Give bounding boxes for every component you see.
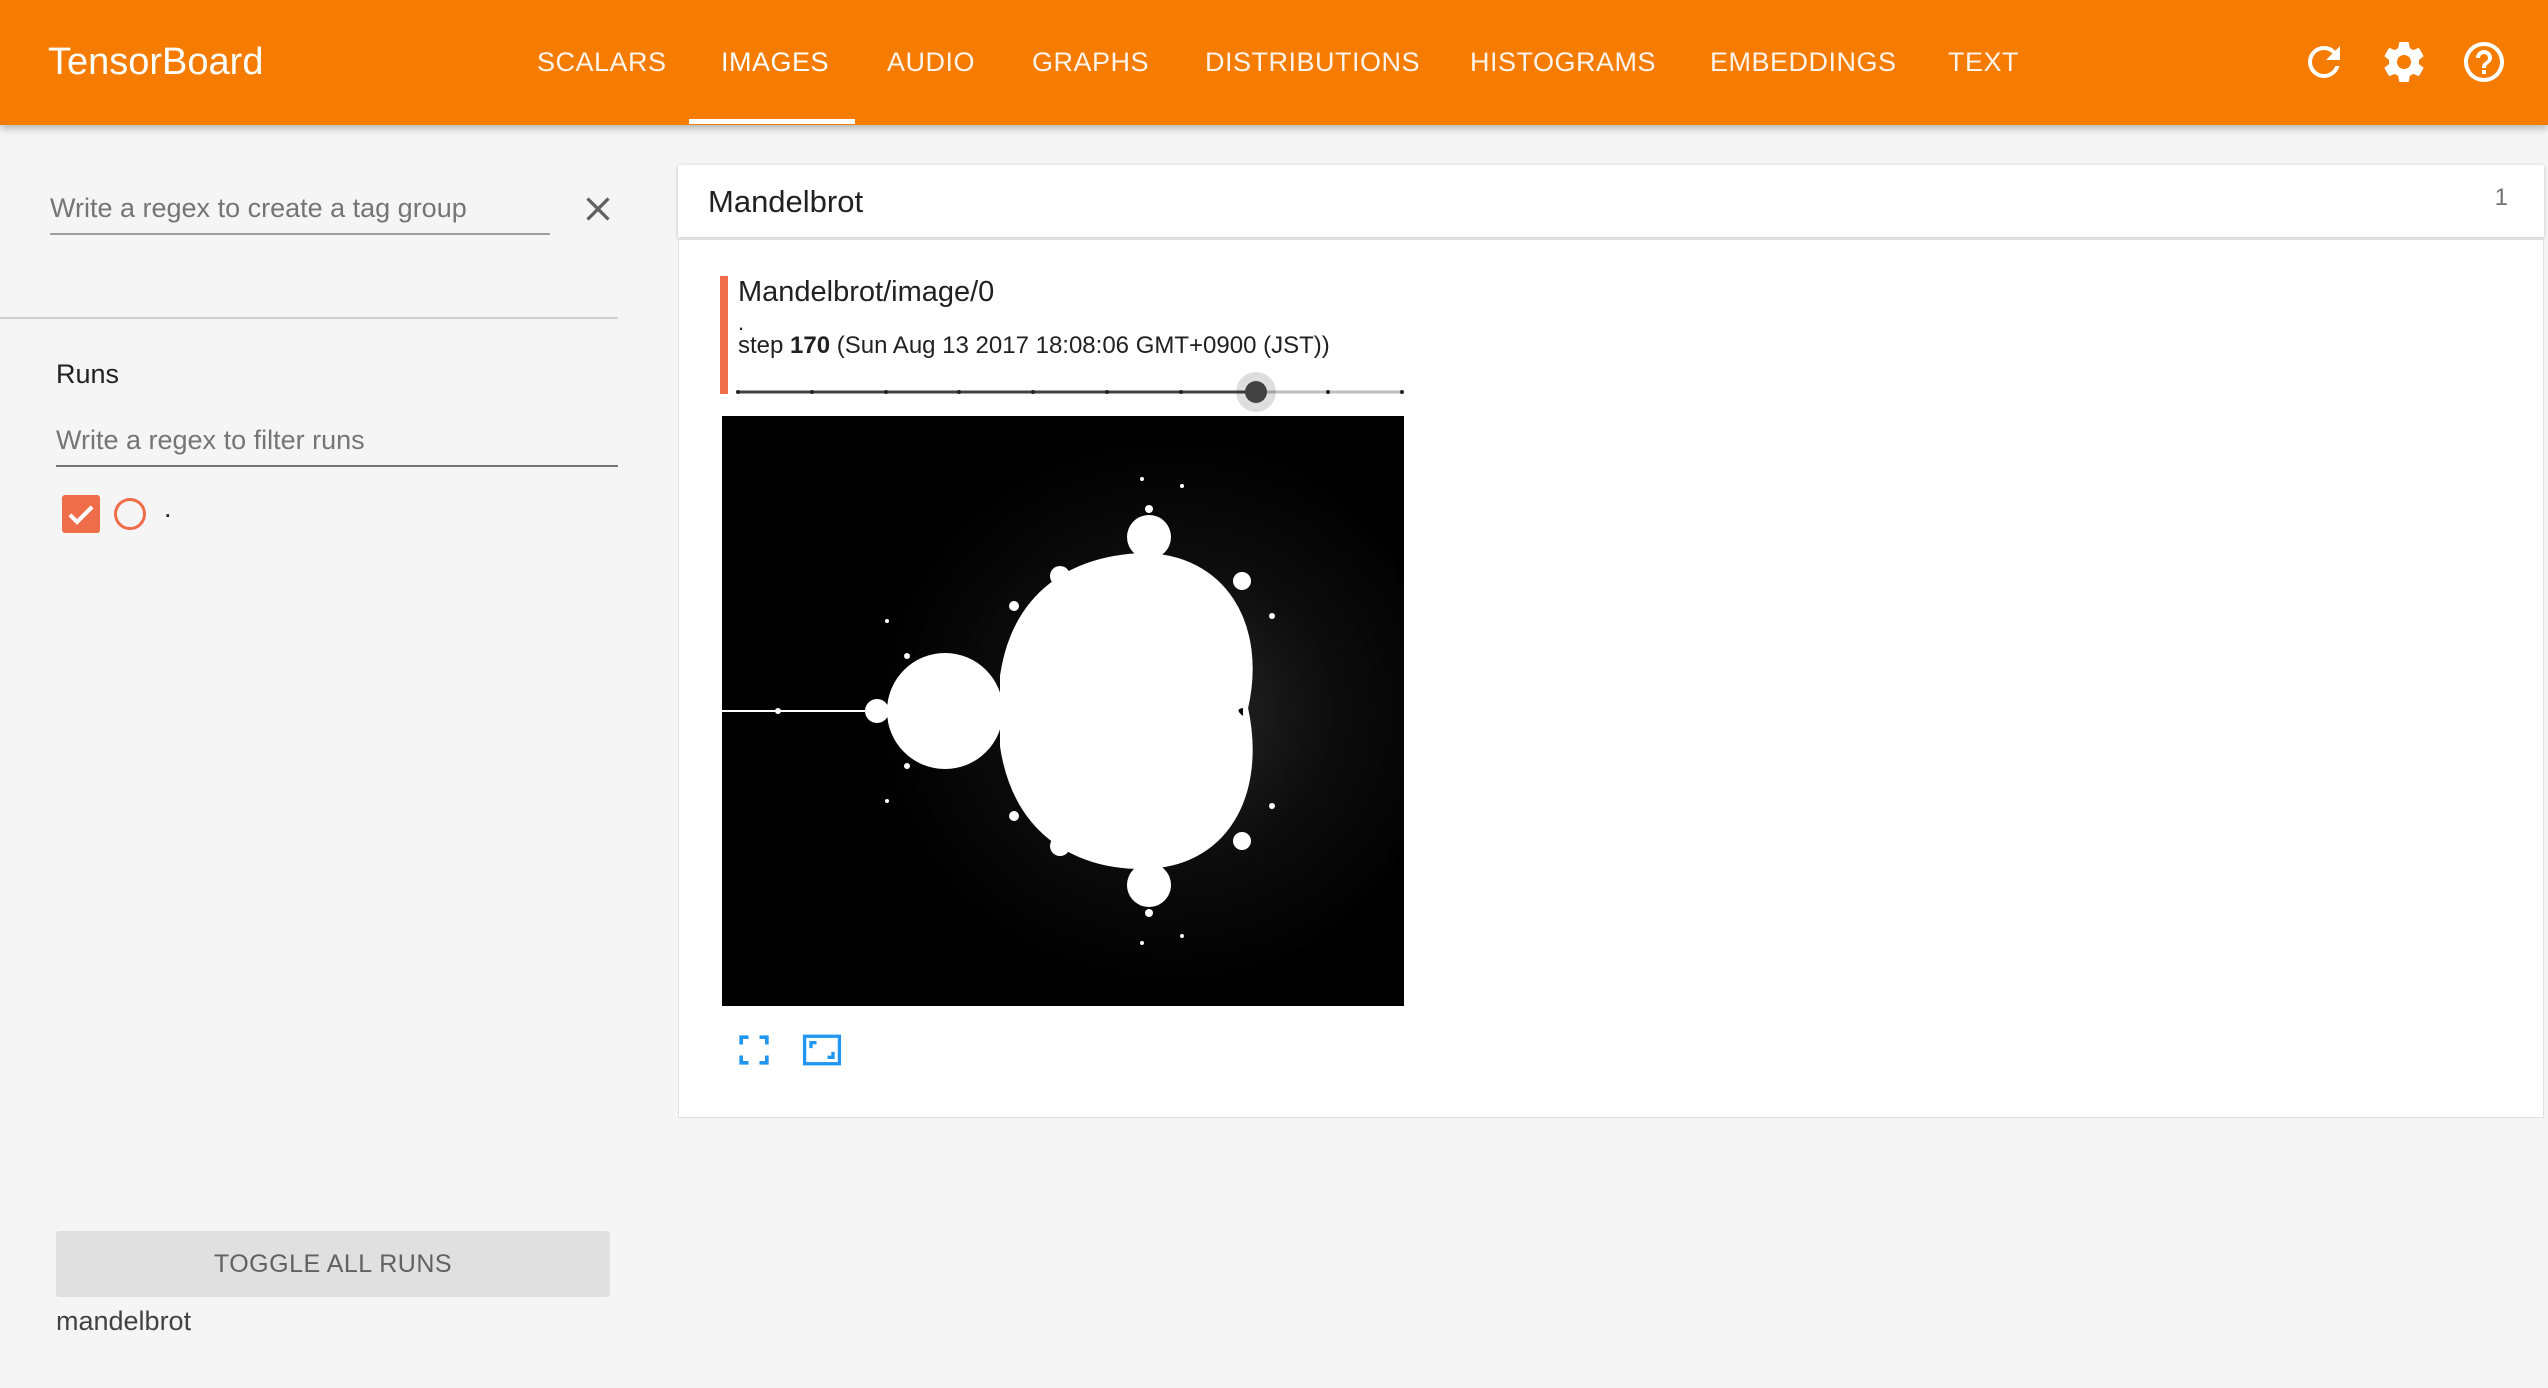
tab-distributions[interactable]: DISTRIBUTIONS <box>1205 0 1420 125</box>
refresh-icon[interactable] <box>2300 38 2348 86</box>
run-item[interactable]: . <box>62 491 362 537</box>
run-checkbox[interactable] <box>62 495 100 533</box>
image-card: Mandelbrot/image/0 . step 170 (Sun Aug 1… <box>720 276 1406 1076</box>
toggle-all-runs-button[interactable]: TOGGLE ALL RUNS <box>56 1231 610 1297</box>
tab-embeddings[interactable]: EMBEDDINGS <box>1710 0 1897 125</box>
category-title: Mandelbrot <box>708 184 864 219</box>
slider-tick <box>884 390 888 394</box>
slider-tick <box>1400 390 1404 394</box>
step-time: (Sun Aug 13 2017 18:08:06 GMT+0900 (JST)… <box>836 332 1330 359</box>
sidebar-divider <box>0 317 618 319</box>
tab-text[interactable]: TEXT <box>1948 0 2019 125</box>
active-tab-indicator <box>689 119 855 124</box>
slider-tick <box>1031 390 1035 394</box>
tab-graphs[interactable]: GRAPHS <box>1032 0 1149 125</box>
image-tag-name: Mandelbrot/image/0 <box>738 276 995 308</box>
log-directory-label: mandelbrot <box>56 1306 192 1336</box>
top-app-bar: TensorBoard SCALARS IMAGES AUDIO GRAPHS … <box>0 0 2548 125</box>
tag-group-regex-input[interactable] <box>50 183 550 235</box>
fullscreen-icon[interactable] <box>732 1028 776 1072</box>
step-prefix: step <box>738 332 784 359</box>
tab-images[interactable]: IMAGES <box>721 0 829 125</box>
tab-scalars[interactable]: SCALARS <box>537 0 667 125</box>
slider-tick <box>1326 390 1330 394</box>
step-slider[interactable] <box>736 372 1404 412</box>
tab-histograms[interactable]: HISTOGRAMS <box>1470 0 1656 125</box>
slider-tick <box>957 390 961 394</box>
mandelbrot-image[interactable] <box>722 416 1404 1006</box>
run-color-bar <box>720 276 728 394</box>
slider-knob <box>1245 381 1267 403</box>
settings-icon[interactable] <box>2380 38 2428 86</box>
slider-tick <box>1179 390 1183 394</box>
image-step-info: step 170 (Sun Aug 13 2017 18:08:06 GMT+0… <box>738 332 1330 360</box>
category-count: 1 <box>2494 184 2508 211</box>
image-run-name: . <box>738 310 745 335</box>
sidebar: Runs . TOGGLE ALL RUNS mandelbrot <box>0 125 640 1388</box>
actual-size-icon[interactable] <box>800 1028 844 1072</box>
run-name: . <box>164 493 172 523</box>
slider-tick <box>1105 390 1109 394</box>
help-icon[interactable] <box>2460 38 2508 86</box>
app-title: TensorBoard <box>48 41 264 83</box>
checkmark-icon <box>68 505 94 525</box>
slider-tick <box>736 390 740 394</box>
slider-tick <box>810 390 814 394</box>
runs-filter-input[interactable] <box>56 415 618 467</box>
close-icon[interactable] <box>578 189 618 229</box>
runs-heading: Runs <box>56 359 120 389</box>
category-header[interactable]: Mandelbrot 1 <box>678 165 2544 237</box>
tab-audio[interactable]: AUDIO <box>887 0 975 125</box>
run-color-swatch[interactable] <box>114 498 146 530</box>
step-value: 170 <box>790 332 831 359</box>
